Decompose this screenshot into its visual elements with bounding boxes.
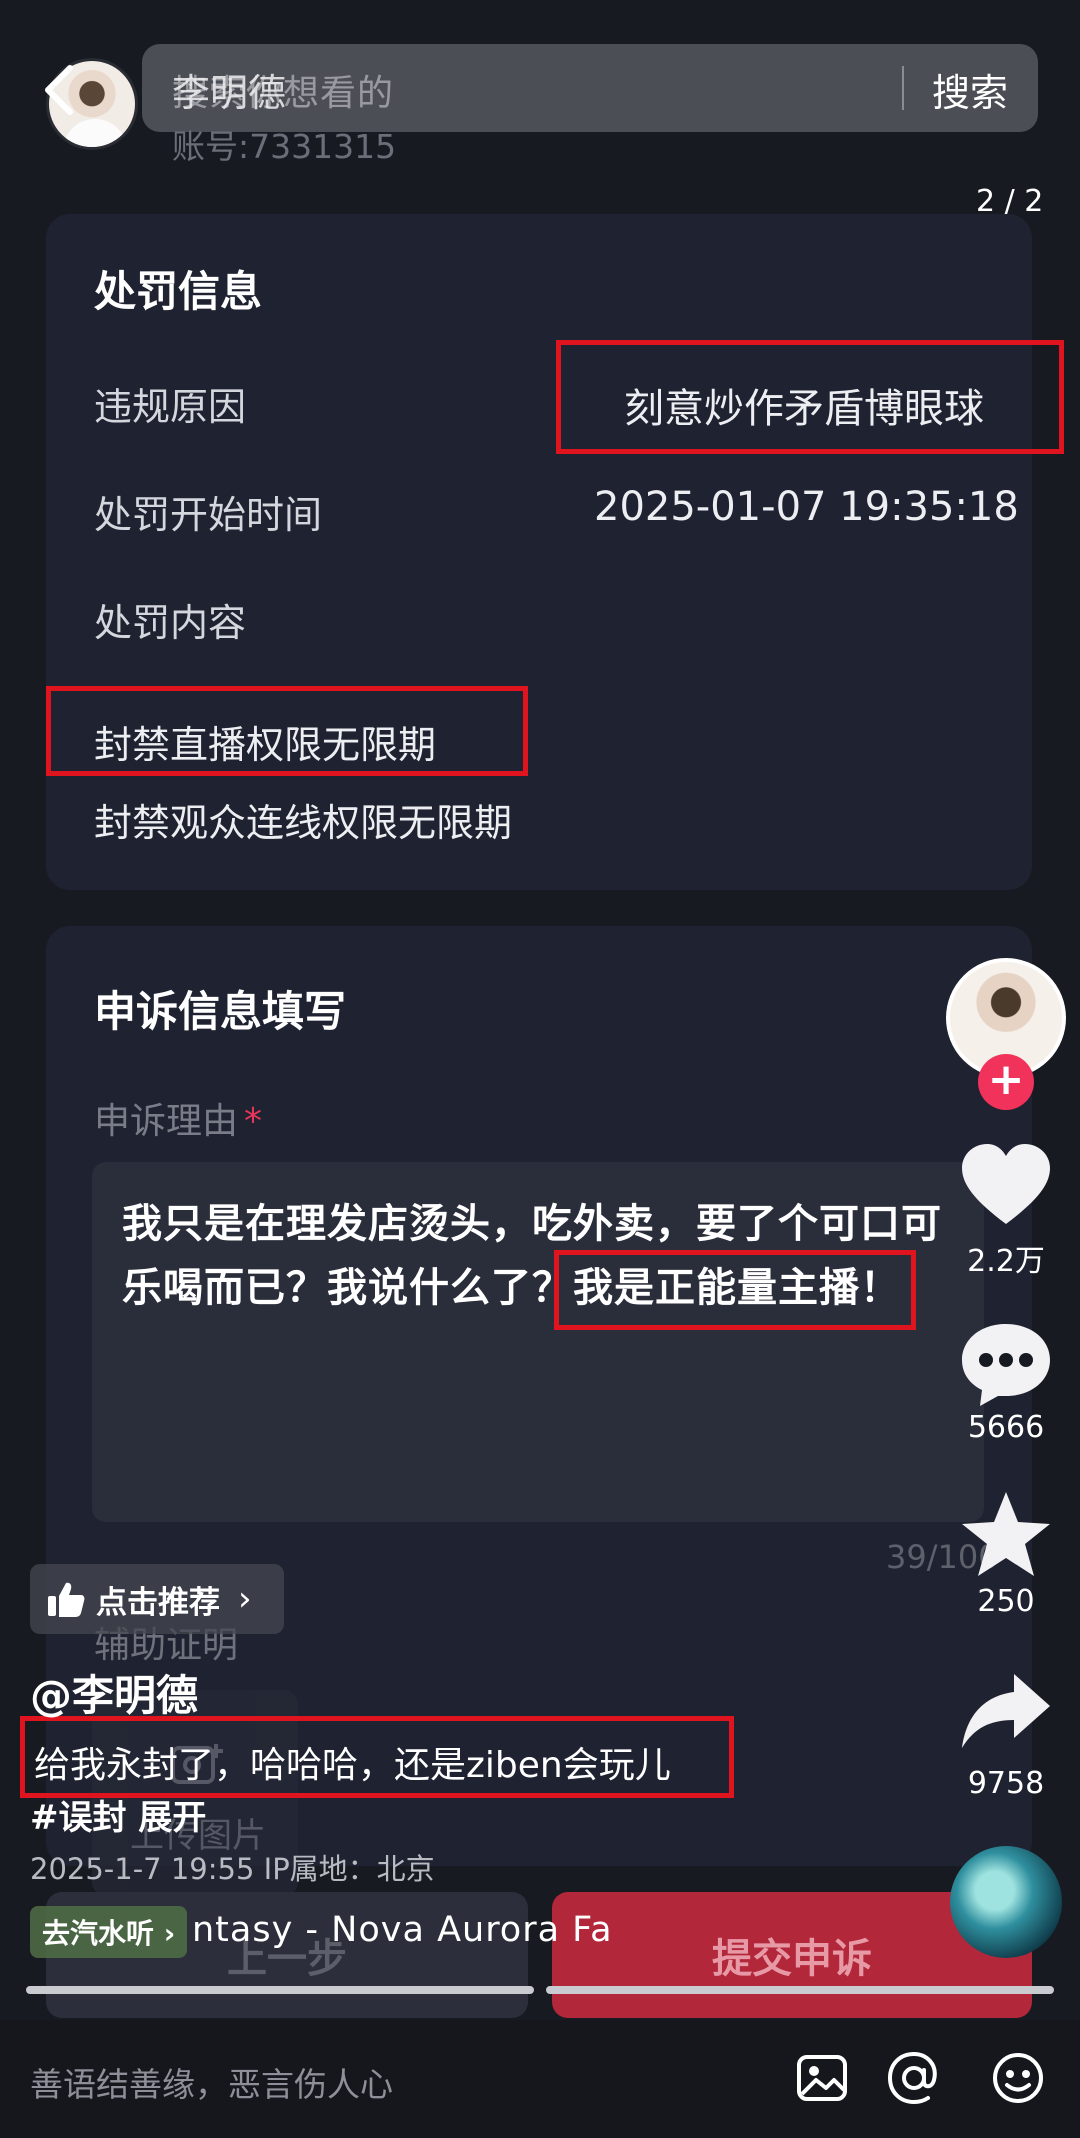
comment-icon[interactable]: [956, 1318, 1056, 1408]
comment-input[interactable]: 善语结善缘，恶言伤人心: [30, 2058, 393, 2106]
comment-bar: 善语结善缘，恶言伤人心: [0, 2020, 1080, 2138]
video-caption: 给我永封了，哈哈哈，还是ziben会玩儿: [34, 1745, 671, 1786]
appeal-reason-label-text: 申诉理由: [94, 1101, 239, 1142]
highlight-box-appeal-text: [554, 1250, 916, 1330]
favorite-count: 250: [977, 1584, 1035, 1619]
at-mention-icon[interactable]: [886, 2050, 942, 2106]
image-icon[interactable]: [794, 2050, 850, 2106]
music-disc[interactable]: [950, 1846, 1062, 1958]
search-bar[interactable]: 搜索你想看的 李明德 搜索: [142, 44, 1038, 132]
heart-icon[interactable]: [956, 1140, 1056, 1230]
account-id: 账号:7331315: [172, 127, 397, 166]
share-count: 9758: [967, 1766, 1045, 1801]
appeal-reason-label: 申诉理由 *: [94, 1092, 262, 1144]
recommend-label: 点击推荐: [96, 1584, 220, 1621]
video-author[interactable]: @李明德: [30, 1662, 198, 1723]
music-title[interactable]: ntasy - Nova Aurora Fa: [192, 1910, 613, 1950]
search-button[interactable]: 搜索: [932, 62, 1008, 117]
star-icon[interactable]: [956, 1490, 1056, 1580]
penalty-info-card: 处罚信息 违规原因 刻意炒作矛盾博眼球 处罚开始时间 2025-01-07 19…: [46, 214, 1032, 890]
penalty-content-label: 处罚内容: [94, 601, 247, 645]
video-meta: 2025-1-7 19:55 IP属地：北京: [30, 1852, 435, 1886]
highlight-box-ban: [46, 686, 528, 776]
penalty-title: 处罚信息: [94, 267, 263, 316]
comment-count: 5666: [967, 1410, 1045, 1445]
video-hashtags[interactable]: #误封 展开: [30, 1790, 206, 1839]
search-divider: [902, 66, 904, 110]
back-arrow-icon[interactable]: [40, 62, 80, 118]
like-count: 2.2万: [967, 1244, 1045, 1279]
penalty-item: 封禁观众连线权限无限期: [94, 801, 513, 845]
highlight-box-reason: [556, 340, 1064, 454]
violation-reason-label: 违规原因: [94, 385, 247, 429]
penalty-start-label: 处罚开始时间: [94, 493, 323, 537]
appeal-reason-textarea[interactable]: 我只是在理发店烫头，吃外卖，要了个可口可乐喝而已？我说什么了？我是正能量主播！: [92, 1162, 984, 1522]
listen-on-qishui-chip[interactable]: 去汽水听 ›: [30, 1906, 188, 1958]
progress-bar-segment[interactable]: [546, 1986, 1054, 1994]
appeal-title: 申诉信息填写: [94, 987, 347, 1036]
share-arrow-icon[interactable]: [956, 1666, 1056, 1756]
progress-bar-segment[interactable]: [26, 1986, 534, 1994]
chevron-right-icon: ›: [238, 1579, 252, 1619]
required-mark: *: [244, 1101, 263, 1142]
recommend-chip[interactable]: 点击推荐 ›: [30, 1564, 284, 1634]
thumbs-up-icon: [48, 1582, 85, 1617]
follow-plus-button[interactable]: +: [978, 1054, 1034, 1110]
emoji-icon[interactable]: [990, 2050, 1046, 2106]
search-username-overlay: 李明德: [172, 71, 287, 115]
penalty-start-value: 2025-01-07 19:35:18: [594, 484, 1019, 530]
